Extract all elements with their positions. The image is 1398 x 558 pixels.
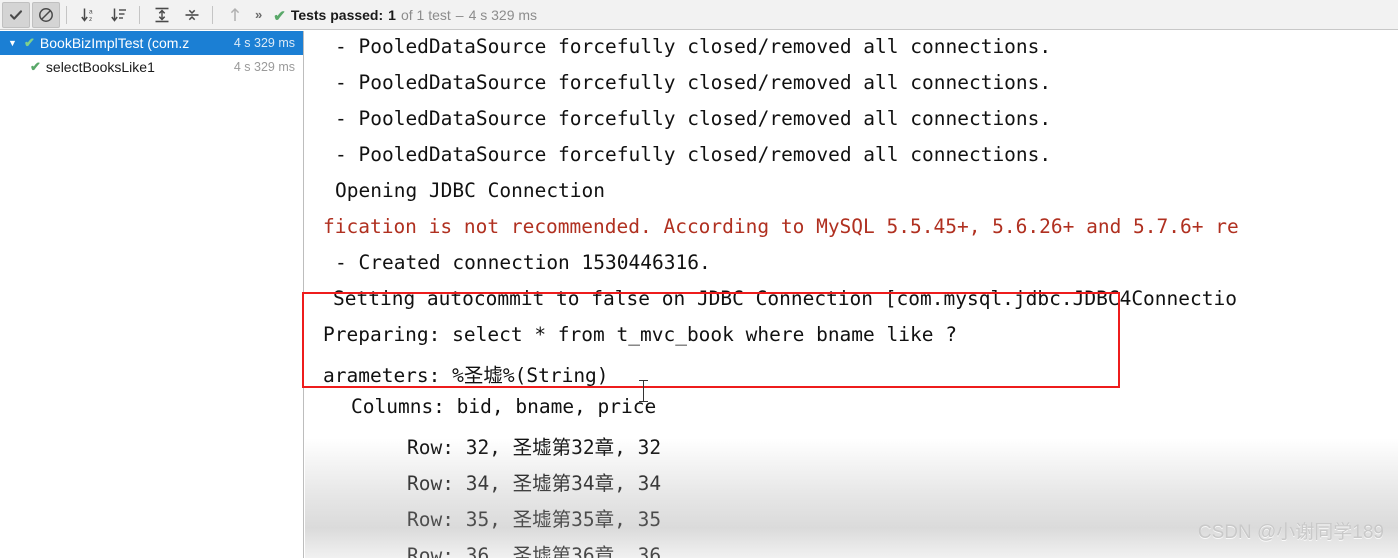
sort-by-duration-button[interactable]	[105, 2, 133, 28]
console-line: - PooledDataSource forcefully closed/rem…	[335, 143, 1052, 166]
test-status-bar: ✔ Tests passed: 1 of 1 test – 4 s 329 ms	[273, 6, 538, 25]
sort-alphabetically-button[interactable]: a z	[75, 2, 103, 28]
console-line: Row: 34, 圣墟第34章, 34	[407, 472, 662, 495]
console-line: Setting autocommit to false on JDBC Conn…	[333, 287, 1237, 310]
status-dash: –	[455, 6, 464, 23]
test-passed-icon: ✔	[24, 35, 35, 50]
expand-all-icon	[153, 6, 171, 24]
tree-row-label: BookBizImplTest (com.z	[39, 35, 190, 51]
status-title: Tests passed:	[290, 6, 384, 23]
status-check-icon: ✔	[273, 7, 286, 25]
tree-row-selectbookslike1[interactable]: ✔ selectBooksLike1 4 s 329 ms	[0, 55, 303, 79]
console-line-warning: fication is not recommended. According t…	[323, 215, 1239, 238]
text-caret	[639, 380, 648, 402]
tree-row-duration: 4 s 329 ms	[233, 36, 295, 50]
console-line: - PooledDataSource forcefully closed/rem…	[335, 107, 1052, 130]
svg-text:a: a	[89, 8, 93, 15]
hide-ignored-toggle[interactable]	[32, 1, 60, 28]
tree-row-label: selectBooksLike1	[45, 59, 155, 75]
collapse-all-icon	[183, 6, 201, 24]
console-line: Opening JDBC Connection	[335, 179, 606, 202]
status-duration: 4 s 329 ms	[468, 6, 538, 23]
console-output-panel[interactable]: - PooledDataSource forcefully closed/rem…	[305, 31, 1398, 558]
console-line: Row: 36, 圣墟第36章, 36	[407, 544, 662, 558]
test-tree-panel: ▼ ✔ BookBizImplTest (com.z 4 s 329 ms ✔ …	[0, 31, 304, 558]
console-line: Row: 35, 圣墟第35章, 35	[407, 508, 662, 531]
expand-all-button[interactable]	[148, 2, 176, 28]
console-line: - PooledDataSource forcefully closed/rem…	[335, 35, 1052, 58]
toolbar-separator-1	[66, 5, 67, 24]
status-count: 1	[388, 6, 396, 23]
test-runner-toolbar: a z » ✔ Tests passed: 1 of 1 test – 4 s …	[0, 0, 1398, 30]
watermark-label: CSDN @小谢同学189	[1197, 522, 1384, 543]
toolbar-separator-3	[212, 5, 213, 24]
svg-text:z: z	[89, 16, 92, 23]
status-of-text: of 1 test	[400, 6, 451, 23]
console-line: Row: 32, 圣墟第32章, 32	[407, 436, 662, 459]
toolbar-overflow-button[interactable]: »	[249, 7, 267, 22]
tree-row-bookbizimpltest[interactable]: ▼ ✔ BookBizImplTest (com.z 4 s 329 ms	[0, 31, 303, 55]
show-passed-toggle[interactable]	[2, 1, 30, 28]
tree-row-duration: 4 s 329 ms	[233, 60, 295, 74]
console-line: Preparing: select * from t_mvc_book wher…	[323, 323, 957, 346]
sort-duration-icon	[110, 6, 128, 24]
sort-alpha-icon: a z	[80, 6, 98, 24]
console-line: Columns: bid, bname, price	[351, 395, 657, 418]
arrow-up-icon	[226, 6, 244, 24]
chevron-down-icon[interactable]: ▼	[6, 38, 19, 48]
console-line: - PooledDataSource forcefully closed/rem…	[335, 71, 1052, 94]
console-line: - Created connection 1530446316.	[335, 251, 711, 274]
collapse-all-button[interactable]	[178, 2, 206, 28]
toolbar-separator-2	[139, 5, 140, 24]
scroll-up-button[interactable]	[221, 2, 249, 28]
check-icon	[8, 7, 24, 23]
test-passed-icon: ✔	[30, 59, 41, 74]
console-line: arameters: %圣墟%(String)	[323, 364, 609, 387]
no-entry-icon	[38, 7, 54, 23]
